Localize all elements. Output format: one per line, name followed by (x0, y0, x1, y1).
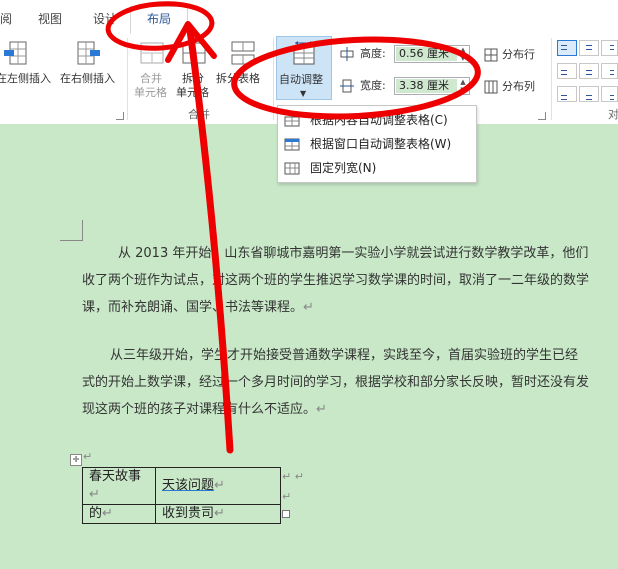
annotation-circle-size-controls (231, 36, 481, 120)
annotation-arrow-shaft (186, 26, 234, 454)
annotation-overlay (105, 1, 481, 454)
annotation-circle-layout-tab (105, 1, 215, 51)
